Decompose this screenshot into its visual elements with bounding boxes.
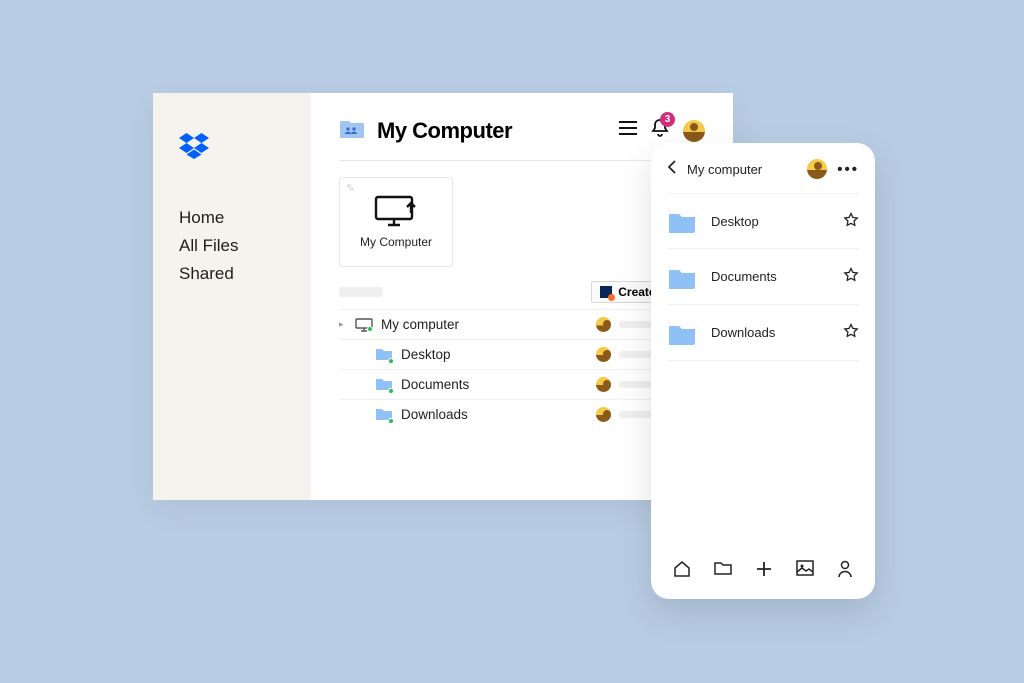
owner-avatar: [596, 377, 611, 392]
card-label: My Computer: [360, 235, 432, 249]
caret-icon[interactable]: ▸: [339, 319, 347, 330]
create-icon: [600, 286, 612, 298]
owner-avatar: [596, 407, 611, 422]
placeholder: [339, 287, 383, 297]
mobile-list: Desktop Documents Downloads: [667, 193, 859, 556]
sidebar-item-all-files[interactable]: All Files: [179, 232, 285, 260]
back-icon[interactable]: [667, 160, 677, 179]
avatar[interactable]: [683, 120, 705, 142]
menu-icon[interactable]: [619, 121, 637, 140]
mobile-tabbar: [667, 556, 859, 583]
mobile-title: My computer: [687, 162, 762, 177]
folder-icon: [375, 406, 393, 423]
sidebar-item-home[interactable]: Home: [179, 204, 285, 232]
tab-add-icon[interactable]: [755, 560, 773, 583]
folder-icon: [375, 376, 393, 393]
folder-icon: [375, 346, 393, 363]
notification-badge: 3: [660, 112, 675, 127]
star-icon[interactable]: [843, 212, 859, 231]
tab-photos-icon[interactable]: [796, 560, 814, 583]
owner-avatar: [596, 317, 611, 332]
pin-icon: ✎: [346, 182, 355, 195]
mobile-window: My computer ••• Desktop Documents Downlo…: [651, 143, 875, 599]
owner-avatar: [596, 347, 611, 362]
mobile-header: My computer •••: [667, 159, 859, 179]
mobile-row-documents[interactable]: Documents: [667, 249, 859, 305]
dropbox-logo-icon: [179, 133, 285, 164]
monitor-upload-icon: [374, 195, 418, 229]
mobile-row-downloads[interactable]: Downloads: [667, 305, 859, 361]
folder-icon: [667, 321, 697, 345]
star-icon[interactable]: [843, 267, 859, 286]
computer-icon: [355, 318, 373, 332]
my-computer-card[interactable]: ✎ My Computer: [339, 177, 453, 267]
folder-icon: [667, 209, 697, 233]
folder-icon: [667, 265, 697, 289]
tab-account-icon[interactable]: [837, 560, 853, 583]
sidebar: Home All Files Shared: [153, 93, 311, 500]
tab-home-icon[interactable]: [673, 560, 691, 583]
star-icon[interactable]: [843, 323, 859, 342]
more-icon[interactable]: •••: [837, 161, 859, 178]
avatar[interactable]: [807, 159, 827, 179]
desktop-window: Home All Files Shared My Computer: [153, 93, 733, 500]
page-title: My Computer: [377, 118, 512, 144]
sidebar-item-shared[interactable]: Shared: [179, 260, 285, 288]
mobile-row-desktop[interactable]: Desktop: [667, 193, 859, 249]
notifications-button[interactable]: 3: [651, 118, 669, 143]
page-header: My Computer 3: [339, 117, 705, 144]
team-folder-icon: [339, 117, 365, 144]
tab-files-icon[interactable]: [714, 560, 732, 583]
